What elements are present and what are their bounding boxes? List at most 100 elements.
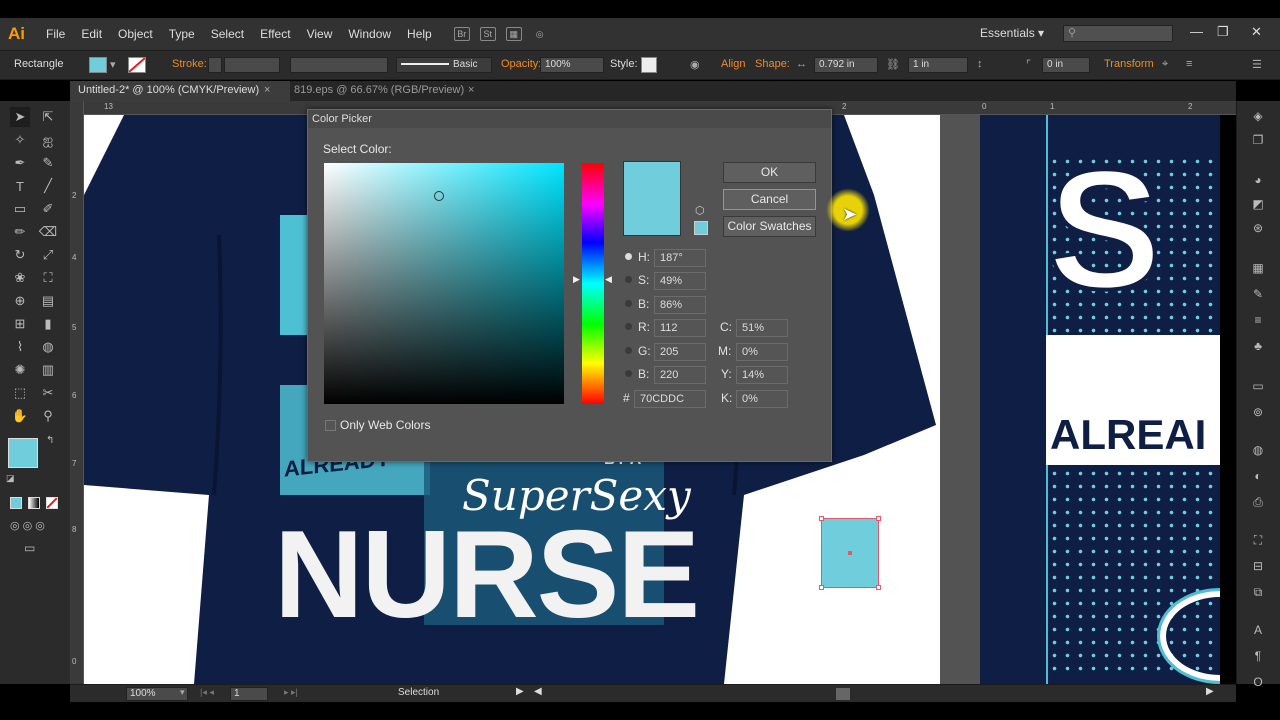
pathfinder-icon[interactable]: ⧉ (1249, 585, 1267, 601)
drawing-modes-icon[interactable]: ◎ ◎ ◎ (10, 519, 45, 532)
perspective-grid-tool-icon[interactable]: ▤ (38, 291, 58, 311)
menu-icon[interactable]: ≡ (1186, 58, 1192, 70)
gpu-performance-icon[interactable]: ◎ (532, 27, 548, 41)
fill-dropdown-icon[interactable]: ▾ (110, 58, 116, 71)
eraser-tool-icon[interactable]: ⌫ (38, 222, 58, 242)
color-icon[interactable]: ◕ (1249, 173, 1267, 189)
menu-type[interactable]: Type (161, 27, 203, 41)
type-tool-icon[interactable]: T (10, 176, 30, 196)
artboard-right[interactable]: S ALREAI (980, 115, 1220, 684)
brightness-radio[interactable] (625, 300, 632, 307)
layers-icon[interactable]: ◈ (1249, 109, 1267, 125)
stock-icon[interactable]: St (479, 27, 496, 41)
zoom-dropdown-icon[interactable]: ▾ (180, 687, 185, 698)
none-mode-icon[interactable] (46, 497, 58, 509)
hue-slider-left-arrow-icon[interactable]: ▶ (573, 274, 580, 285)
green-field[interactable]: 205 (654, 343, 706, 361)
transparency-icon[interactable]: ◐ (1249, 469, 1267, 485)
warp-tool-icon[interactable]: ❀ (10, 268, 30, 288)
zoom-tool-icon[interactable]: ⚲ (38, 406, 58, 426)
stroke-weight-stepper[interactable] (208, 57, 222, 73)
opacity-label[interactable]: Opacity: (501, 58, 541, 70)
default-colors-icon[interactable]: ◪ (6, 473, 15, 484)
workspace-switcher[interactable]: Essentials ▾ (980, 26, 1044, 40)
export-icon[interactable]: ⎙ (1249, 495, 1267, 511)
line-tool-icon[interactable]: ╱ (38, 176, 58, 196)
brightness-field[interactable]: 86% (654, 296, 706, 314)
transform-panel-icon[interactable]: ⛶ (1249, 533, 1267, 549)
paragraph-icon[interactable]: ¶ (1249, 649, 1267, 665)
panel-menu-icon[interactable]: ☰ (1252, 58, 1262, 71)
restore-icon[interactable]: ❐ (1217, 24, 1229, 40)
minimize-icon[interactable]: — (1190, 24, 1203, 39)
isolate-icon[interactable]: ⌖ (1162, 58, 1168, 71)
stroke-label[interactable]: Stroke: (172, 58, 207, 70)
artboard-tool-icon[interactable]: ⬚ (10, 383, 30, 403)
character-icon[interactable]: A (1249, 623, 1267, 639)
close-tab-icon[interactable]: × (468, 84, 474, 96)
menu-file[interactable]: File (38, 27, 73, 41)
red-field[interactable]: 112 (654, 319, 706, 337)
saturation-radio[interactable] (625, 276, 632, 283)
scroll-left-icon[interactable]: ◀ (534, 686, 542, 697)
corner-radius-field[interactable]: 0 in (1042, 57, 1090, 73)
ok-button[interactable]: OK (723, 162, 816, 183)
scroll-right-icon[interactable]: ▶ (1206, 686, 1214, 697)
color-marker[interactable] (434, 191, 444, 201)
saturation-brightness-field[interactable] (324, 163, 564, 404)
bridge-icon[interactable]: Br (453, 27, 470, 41)
eyedropper-tool-icon[interactable]: ⌇ (10, 337, 30, 357)
blue-radio[interactable] (625, 370, 632, 377)
rotate-tool-icon[interactable]: ↻ (10, 245, 30, 265)
variable-width-profile[interactable] (290, 57, 388, 73)
red-radio[interactable] (625, 323, 632, 330)
menu-effect[interactable]: Effect (252, 27, 298, 41)
selection-handle[interactable] (819, 516, 824, 521)
constrain-proportions-icon[interactable]: ⛓ (886, 58, 900, 71)
menu-help[interactable]: Help (399, 27, 440, 41)
paintbrush-tool-icon[interactable]: ✐ (38, 199, 58, 219)
search-input[interactable]: ⚲ (1063, 25, 1173, 42)
graphic-style-swatch[interactable] (641, 57, 657, 73)
swap-colors-icon[interactable]: ↰ (46, 435, 54, 446)
hand-tool-icon[interactable]: ✋ (10, 406, 30, 426)
black-field[interactable]: 0% (736, 390, 788, 408)
magic-wand-tool-icon[interactable]: ✧ (10, 130, 30, 150)
closest-web-color-swatch[interactable] (694, 221, 708, 235)
blend-tool-icon[interactable]: ◍ (38, 337, 58, 357)
selection-handle[interactable] (876, 585, 881, 590)
menu-object[interactable]: Object (110, 27, 161, 41)
gradient-panel-icon[interactable]: ▭ (1249, 379, 1267, 395)
yellow-field[interactable]: 14% (736, 366, 788, 384)
stroke-weight-field[interactable] (224, 57, 280, 73)
brush-definition[interactable]: Basic (396, 57, 492, 73)
align-panel-icon[interactable]: ⊟ (1249, 559, 1267, 575)
color-themes-icon[interactable]: ⊛ (1249, 221, 1267, 237)
symbol-sprayer-tool-icon[interactable]: ✺ (10, 360, 30, 380)
close-tab-icon[interactable]: × (264, 84, 270, 96)
only-web-colors-checkbox[interactable] (325, 420, 336, 431)
free-transform-tool-icon[interactable]: ⛶ (38, 268, 58, 288)
color-swatches-button[interactable]: Color Swatches (723, 216, 816, 237)
corner-type-icon[interactable]: ⌜ (1026, 58, 1031, 71)
selection-handle[interactable] (819, 585, 824, 590)
opentype-icon[interactable]: O (1249, 675, 1267, 691)
appearance-icon[interactable]: ⊚ (1249, 405, 1267, 421)
artboard-number-field[interactable]: 1 (230, 687, 268, 701)
gradient-mode-icon[interactable] (28, 497, 40, 509)
selection-handle[interactable] (876, 516, 881, 521)
scale-tool-icon[interactable]: ⤢ (38, 245, 58, 265)
out-of-web-color-warning-icon[interactable]: ⬡ (695, 204, 705, 217)
saturation-field[interactable]: 49% (654, 272, 706, 290)
pen-tool-icon[interactable]: ✒ (10, 153, 30, 173)
tab-819-eps[interactable]: 819.eps @ 66.67% (RGB/Preview) (294, 84, 464, 96)
artboards-icon[interactable]: ❐ (1249, 133, 1267, 149)
artboard-nav-next-icon[interactable]: ▸ ▸| (284, 687, 298, 698)
align-label[interactable]: Align (721, 58, 745, 70)
blue-field[interactable]: 220 (654, 366, 706, 384)
fill-swatch[interactable] (89, 57, 107, 73)
arrange-documents-icon[interactable]: ▦ (505, 27, 522, 41)
status-menu-icon[interactable]: ▶ (516, 686, 524, 697)
cancel-button[interactable]: Cancel (723, 189, 816, 210)
hex-field[interactable]: 70CDDC (634, 390, 706, 408)
